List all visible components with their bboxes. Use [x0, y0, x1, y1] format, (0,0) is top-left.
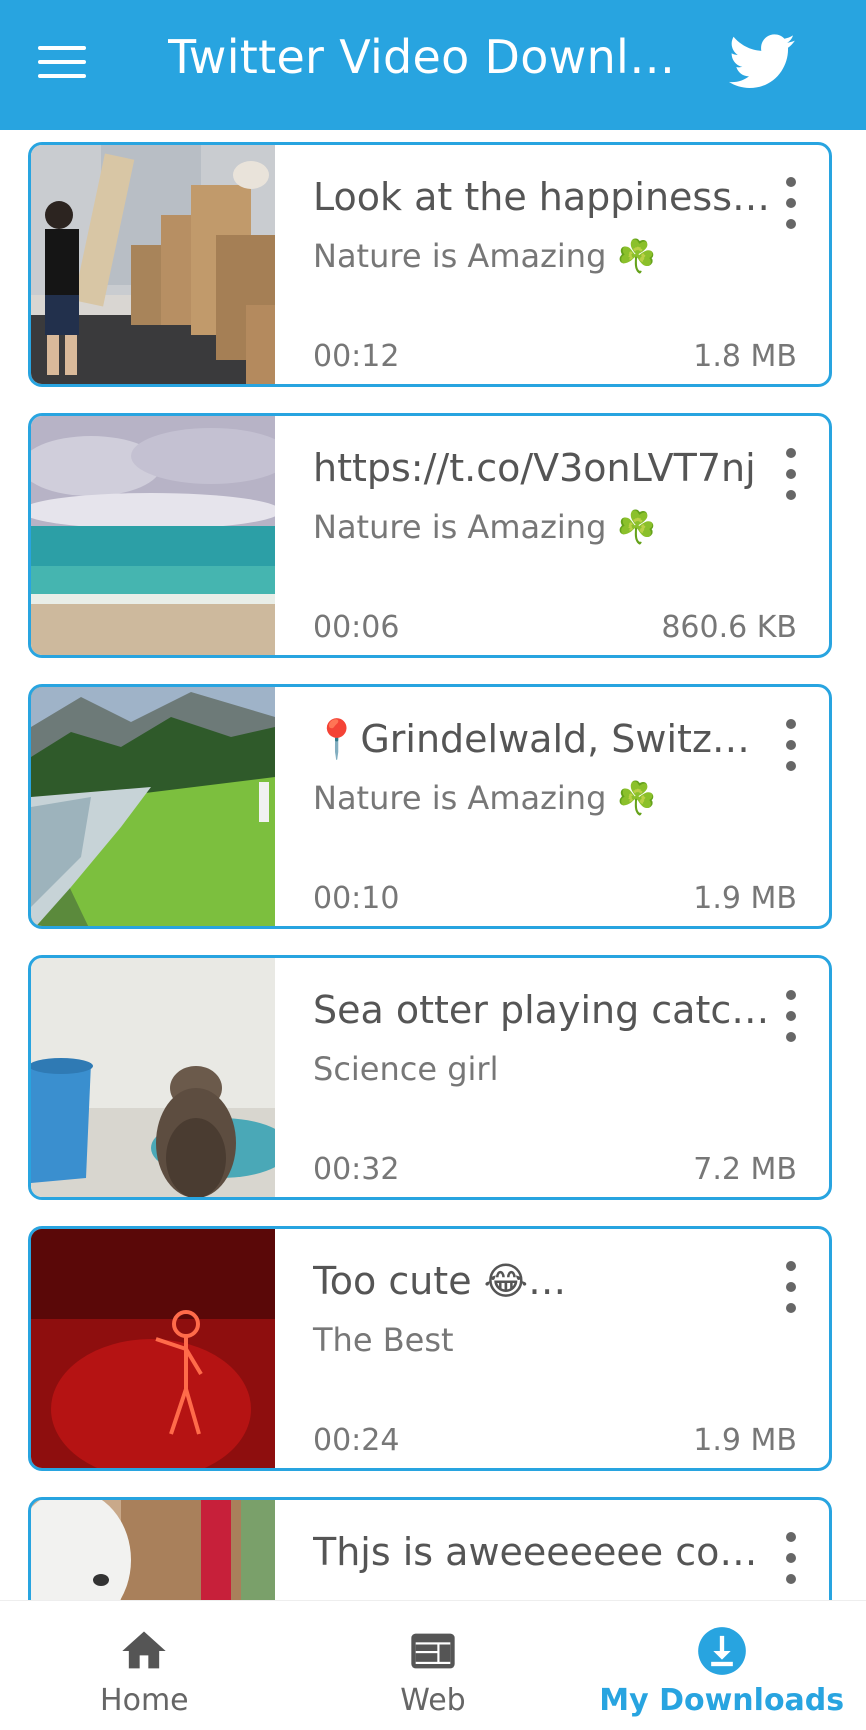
- more-options-icon[interactable]: [771, 1257, 811, 1317]
- video-title: 📍Grindelwald, Switz…: [313, 717, 750, 761]
- nav-my-downloads-label: My Downloads: [599, 1683, 845, 1718]
- video-duration: 00:24: [313, 1423, 400, 1458]
- home-icon: [122, 1631, 166, 1669]
- download-card[interactable]: https://t.co/V3onLVT7nj Nature is Amazin…: [28, 413, 832, 658]
- nav-web[interactable]: Web: [289, 1601, 578, 1730]
- video-title: Look at the happiness…: [313, 175, 771, 219]
- bottom-navigation: Home Web My Downloads: [0, 1600, 866, 1730]
- hamburger-menu-icon[interactable]: [32, 38, 92, 86]
- app-header: Twitter Video Downl…: [0, 0, 866, 130]
- video-title: https://t.co/V3onLVT7nj: [313, 446, 756, 490]
- nav-home-label: Home: [100, 1683, 189, 1718]
- nav-my-downloads[interactable]: My Downloads: [577, 1601, 866, 1730]
- more-options-icon[interactable]: [771, 444, 811, 504]
- video-title: Too cute 😂…: [313, 1259, 567, 1303]
- video-author: Nature is Amazing ☘️: [313, 779, 657, 817]
- video-thumbnail[interactable]: [31, 958, 275, 1197]
- video-file-size: 7.2 MB: [693, 1152, 797, 1187]
- video-thumbnail[interactable]: [31, 416, 275, 655]
- download-card[interactable]: Thjs is aweeeeeee con…: [28, 1497, 832, 1600]
- app-root: Twitter Video Downl… Look at the happine…: [0, 0, 866, 1730]
- video-title: Thjs is aweeeeeee con…: [313, 1530, 773, 1574]
- more-options-icon[interactable]: [771, 986, 811, 1046]
- video-thumbnail[interactable]: [31, 1229, 275, 1468]
- app-title: Twitter Video Downl…: [168, 30, 676, 84]
- download-circle-icon: [697, 1627, 746, 1675]
- more-options-icon[interactable]: [771, 1528, 811, 1588]
- video-file-size: 860.6 KB: [661, 610, 797, 645]
- video-duration: 00:32: [313, 1152, 400, 1187]
- twitter-bird-icon[interactable]: [728, 28, 798, 94]
- more-options-icon[interactable]: [771, 173, 811, 233]
- video-author: The Best: [313, 1321, 454, 1359]
- video-title: Sea otter playing catc…: [313, 988, 770, 1032]
- video-file-size: 1.9 MB: [693, 881, 797, 916]
- video-file-size: 1.9 MB: [693, 1423, 797, 1458]
- video-thumbnail[interactable]: [31, 1500, 275, 1600]
- video-thumbnail[interactable]: [31, 145, 275, 384]
- more-options-icon[interactable]: [771, 715, 811, 775]
- download-card[interactable]: Sea otter playing catc… Science girl 00:…: [28, 955, 832, 1200]
- video-author: Science girl: [313, 1050, 499, 1088]
- download-card[interactable]: Too cute 😂… The Best 00:24 1.9 MB: [28, 1226, 832, 1471]
- video-duration: 00:10: [313, 881, 400, 916]
- browser-window-icon: [411, 1633, 455, 1669]
- video-file-size: 1.8 MB: [693, 339, 797, 374]
- video-thumbnail[interactable]: [31, 687, 275, 926]
- nav-home[interactable]: Home: [0, 1601, 289, 1730]
- download-card[interactable]: Look at the happiness… Nature is Amazing…: [28, 142, 832, 387]
- video-author: Nature is Amazing ☘️: [313, 237, 657, 275]
- video-duration: 00:12: [313, 339, 400, 374]
- nav-web-label: Web: [400, 1683, 466, 1718]
- download-card[interactable]: 📍Grindelwald, Switz… Nature is Amazing ☘…: [28, 684, 832, 929]
- downloads-list: Look at the happiness… Nature is Amazing…: [0, 130, 866, 1600]
- video-duration: 00:06: [313, 610, 400, 645]
- video-author: Nature is Amazing ☘️: [313, 508, 657, 546]
